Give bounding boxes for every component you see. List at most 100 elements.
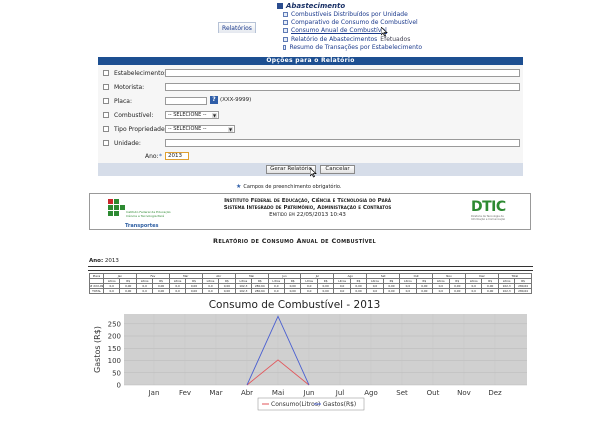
combustivel-label: Combustível: bbox=[114, 111, 154, 119]
menu-item-label: Combustíveis Distribuídos por Unidade bbox=[291, 10, 408, 18]
abastecimento-menu: Abastecimento Combustíveis Distribuídos … bbox=[277, 0, 422, 52]
menu-item-resumo-transacoes[interactable]: Resumo de Transações por Estabelecimento bbox=[283, 44, 422, 52]
tipo-propriedade-select[interactable]: -- SELECIONE -- ▼ bbox=[165, 125, 235, 133]
plot-area bbox=[124, 314, 527, 385]
button-bar: Gerar Relatório Cancelar bbox=[98, 163, 523, 178]
ifpa-logo: Instituto Federal de Educação Ciência e … bbox=[106, 197, 180, 230]
consumption-chart: 0 50 100 150 200 250 Jan Fev Mar Abr Mai Jun Jul Ago S… bbox=[93, 314, 527, 411]
table-cell: 280,64 bbox=[514, 288, 532, 294]
emission-date: Emitido em 22/05/2013 10:43 bbox=[269, 212, 346, 218]
table-cell: 0,0 bbox=[201, 288, 220, 294]
required-note: ★ Campos de preenchimento obrigatório. bbox=[236, 183, 342, 190]
table-cell: 0,00 bbox=[415, 288, 434, 294]
unidade-input[interactable] bbox=[165, 139, 520, 147]
y-axis-label: Gastos (R$) bbox=[93, 326, 102, 373]
x-tick-label: Set bbox=[396, 389, 408, 397]
chevron-down-icon: ▼ bbox=[228, 127, 233, 132]
dtic-logo: DTIC Diretoria de Tecnologia da Informaç… bbox=[471, 199, 511, 229]
report-year-label: Ano: bbox=[89, 258, 104, 264]
motorista-input[interactable] bbox=[165, 83, 520, 91]
page-icon bbox=[283, 45, 287, 51]
table-row: TOTAL 0,0 0,00 0,0 0,00 0,0 0,00 0,0 0,00 102,3 28… bbox=[89, 288, 532, 294]
x-tick-label: Mar bbox=[209, 389, 222, 397]
legend-label: Gastos(R$) bbox=[323, 401, 356, 408]
unidade-checkbox[interactable] bbox=[103, 140, 109, 146]
menu-item-relatorio-abastecimentos[interactable]: Relatório de Abastecimentos Efetuados bbox=[283, 35, 422, 43]
placa-checkbox[interactable] bbox=[103, 98, 109, 104]
x-tick-label: Abr bbox=[241, 389, 253, 397]
x-tick-label: Fev bbox=[179, 389, 191, 397]
table-cell: 0,0 bbox=[135, 288, 154, 294]
folder-icon bbox=[277, 3, 283, 9]
table-cell: 102,3 bbox=[497, 288, 516, 294]
table-cell: TOTAL bbox=[89, 288, 104, 294]
combustivel-select[interactable]: -- SELECIONE -- ▼ bbox=[165, 111, 219, 119]
table-cell: 0,00 bbox=[218, 288, 236, 294]
table-cell: 0,0 bbox=[168, 288, 187, 294]
help-icon[interactable]: ? bbox=[210, 96, 218, 104]
cancelar-button[interactable]: Cancelar bbox=[320, 165, 355, 174]
report-year: Ano: 2013 bbox=[89, 258, 119, 264]
report-options-form: Opções para o Relatório Estabelecimento:… bbox=[98, 57, 523, 163]
required-note-text: Campos de preenchimento obrigatório. bbox=[243, 183, 342, 190]
report-header: Instituto Federal de Educação Ciência e … bbox=[89, 193, 531, 230]
menu-item-comparativo-consumo[interactable]: Comparativo de Consumo de Combustível bbox=[283, 18, 422, 26]
menu-heading: Abastecimento bbox=[277, 2, 422, 10]
required-mark: * bbox=[159, 153, 162, 160]
table-cell: 0,0 bbox=[464, 288, 483, 294]
combustivel-checkbox[interactable] bbox=[103, 112, 109, 118]
ifpa-logo-text: Instituto Federal de Educação Ciência e … bbox=[126, 210, 171, 218]
motorista-checkbox[interactable] bbox=[103, 84, 109, 90]
table-cell: 0,00 bbox=[185, 288, 203, 294]
institution-block: Instituto Federal de Educação, Ciência e… bbox=[200, 198, 415, 219]
unidade-label: Unidade: bbox=[114, 139, 141, 147]
estabelecimento-label: Estabelecimento: bbox=[114, 69, 167, 77]
ifpa-logo-mark bbox=[108, 199, 126, 219]
transportes-label: Transportes bbox=[125, 223, 159, 229]
report-year-value: 2013 bbox=[104, 258, 119, 264]
tipo-propriedade-checkbox[interactable] bbox=[103, 126, 109, 132]
divider bbox=[88, 266, 533, 267]
x-tick-label: Jun bbox=[303, 389, 315, 397]
x-tick-label: Jul bbox=[335, 389, 345, 397]
report-title: Relatório de Consumo Anual de Combustíve… bbox=[213, 237, 376, 245]
x-tick-label: Out bbox=[427, 389, 440, 397]
ano-input[interactable]: 2013 bbox=[165, 152, 189, 160]
menu-item-label: Comparativo de Consumo de Combustível bbox=[291, 19, 418, 27]
page-icon bbox=[283, 28, 288, 34]
combustivel-selected: -- SELECIONE -- bbox=[168, 112, 207, 118]
estabelecimento-input[interactable] bbox=[165, 69, 520, 77]
menu-heading-label: Abastecimento bbox=[286, 2, 346, 10]
dtic-logo-text: DTIC bbox=[471, 199, 506, 215]
menu-item-label: Consumo Anual de Combustível bbox=[291, 27, 387, 35]
y-tick-label: 100 bbox=[108, 357, 121, 365]
system-name: Sistema Integrado de Patrimônio, Adminis… bbox=[223, 205, 392, 211]
y-tick-label: 150 bbox=[108, 345, 121, 353]
mouse-cursor-icon bbox=[310, 168, 317, 178]
row-combustivel: Combustível: bbox=[98, 109, 153, 121]
tab-relatorios[interactable]: Relatórios bbox=[218, 22, 256, 33]
menu-item-combustiveis-distribuidos[interactable]: Combustíveis Distribuídos por Unidade bbox=[283, 10, 422, 18]
x-tick-label: Nov bbox=[457, 389, 471, 397]
table-cell: 0,00 bbox=[349, 288, 368, 294]
table-cell: 280,64 bbox=[251, 288, 269, 294]
menu-item-consumo-anual[interactable]: Consumo Anual de Combustível bbox=[283, 27, 422, 35]
consumption-table: Placa Jan Fev Mar Abr Mai Jun Jul Ago Set Out Nov De… bbox=[89, 273, 532, 294]
page-icon bbox=[283, 36, 288, 42]
row-unidade: Unidade: bbox=[98, 137, 141, 149]
gerar-relatorio-button[interactable]: Gerar Relatório bbox=[266, 165, 316, 174]
table-cell: 0,0 bbox=[432, 288, 450, 294]
dtic-logo-sub: Diretoria de Tecnologia da Informação e … bbox=[471, 215, 506, 221]
y-tick-label: 0 bbox=[117, 382, 121, 390]
divider bbox=[88, 270, 533, 271]
menu-item-label: Relatório de Abastecimentos bbox=[291, 35, 378, 43]
estabelecimento-checkbox[interactable] bbox=[103, 70, 109, 76]
table-cell: 102,3 bbox=[234, 288, 253, 294]
y-tick-label: 50 bbox=[112, 369, 121, 377]
tipo-propriedade-label: Tipo Propriedade: bbox=[114, 125, 167, 133]
table-cell: 0,00 bbox=[152, 288, 170, 294]
placa-input[interactable] bbox=[165, 97, 207, 105]
x-tick-label: Jan bbox=[148, 389, 160, 397]
required-star-icon: ★ bbox=[236, 183, 242, 190]
legend-label: Consumo(Litros) bbox=[271, 401, 320, 408]
